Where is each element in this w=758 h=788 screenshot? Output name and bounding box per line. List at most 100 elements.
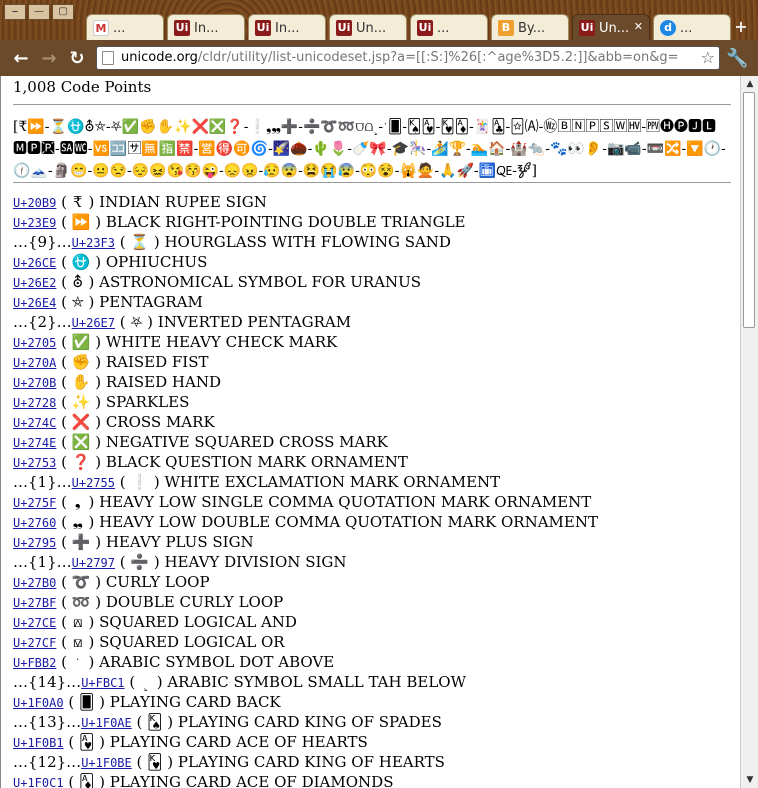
tab[interactable]: Ui Un... xyxy=(329,14,407,40)
list-item: U+1F0A0 ( 🂠 ) PLAYING CARD BACK xyxy=(13,693,281,711)
new-tab-button[interactable]: + xyxy=(732,18,750,36)
tab[interactable]: Ui In... xyxy=(167,14,245,40)
character-name: HEAVY PLUS SIGN xyxy=(105,533,254,551)
glyph: ❓ xyxy=(71,453,91,471)
character-name: OPHIUCHUS xyxy=(105,253,208,271)
tab[interactable]: M... xyxy=(86,14,164,40)
list-item: …{12}…U+1F0BE ( 🂾 ) PLAYING CARD KING OF… xyxy=(13,753,445,771)
list-item: U+27CE ( ⟎ ) SQUARED LOGICAL AND xyxy=(13,613,297,631)
list-item: U+2728 ( ✨ ) SPARKLES xyxy=(13,393,190,411)
url-host: unicode.org xyxy=(121,50,198,65)
list-item: U+20B9 ( ₹ ) INDIAN RUPEE SIGN xyxy=(13,193,267,211)
code-point-link[interactable]: U+27BF xyxy=(13,596,56,610)
code-point-link[interactable]: U+26E4 xyxy=(13,296,56,310)
list-item: U+2753 ( ❓ ) BLACK QUESTION MARK ORNAMEN… xyxy=(13,453,408,471)
minimize-button[interactable]: — xyxy=(28,4,50,20)
code-point-link[interactable]: U+2728 xyxy=(13,396,56,410)
code-point-link[interactable]: U+20B9 xyxy=(13,196,56,210)
forward-button[interactable]: → xyxy=(38,48,60,70)
bookmark-star-icon[interactable]: ☆ xyxy=(701,47,715,69)
wrench-menu-icon[interactable]: 🔧 xyxy=(726,48,748,70)
code-point-link[interactable]: U+2760 xyxy=(13,516,56,530)
code-point-link[interactable]: U+2753 xyxy=(13,456,56,470)
glyph: ⟎ xyxy=(72,613,83,631)
glyph: ❕ xyxy=(130,473,150,491)
code-point-link[interactable]: U+1F0BE xyxy=(81,756,132,770)
code-point-link[interactable]: U+27CE xyxy=(13,616,56,630)
character-name: HEAVY LOW DOUBLE COMMA QUOTATION MARK OR… xyxy=(99,513,598,531)
code-point-link[interactable]: U+2797 xyxy=(72,556,115,570)
maximize-button[interactable]: ▢ xyxy=(52,4,74,20)
reload-button[interactable]: ↻ xyxy=(66,48,88,70)
code-point-link[interactable]: U+2755 xyxy=(72,476,115,490)
tab-label: Un... xyxy=(599,21,630,36)
character-name: PLAYING CARD BACK xyxy=(109,693,281,711)
code-point-list: U+20B9 ( ₹ ) INDIAN RUPEE SIGN U+23E9 ( ⏩… xyxy=(13,192,733,788)
scroll-down-icon[interactable]: ▼ xyxy=(744,774,756,786)
code-point-link[interactable]: U+2705 xyxy=(13,336,56,350)
glyph: ❎ xyxy=(71,433,91,451)
list-item: U+27CF ( ⟏ ) SQUARED LOGICAL OR xyxy=(13,633,285,651)
code-point-link[interactable]: U+1F0A0 xyxy=(13,696,64,710)
tab-label: ... xyxy=(680,21,693,36)
code-point-link[interactable]: U+26E2 xyxy=(13,276,56,290)
glyph: ﮲ xyxy=(75,653,81,671)
glyph: ⟏ xyxy=(72,633,83,651)
code-point-link[interactable]: U+275F xyxy=(13,496,56,510)
scrollbar-thumb[interactable] xyxy=(743,92,755,328)
code-point-link[interactable]: U+1F0B1 xyxy=(13,736,64,750)
code-point-link[interactable]: U+274C xyxy=(13,416,56,430)
tab[interactable]: Ui In... xyxy=(248,14,326,40)
list-item: U+275F ( ❟ ) HEAVY LOW SINGLE COMMA QUOT… xyxy=(13,493,592,511)
glyph: 🂠 xyxy=(78,693,95,711)
skip-count: …{1}… xyxy=(13,553,72,571)
skip-count: …{2}… xyxy=(13,313,72,331)
code-point-link[interactable]: U+26E7 xyxy=(72,316,115,330)
glyph: ➿ xyxy=(71,593,91,611)
list-item: U+270A ( ✊ ) RAISED FIST xyxy=(13,353,209,371)
tab[interactable]: B By... xyxy=(491,14,569,40)
page-icon xyxy=(102,51,114,65)
character-name: HOURGLASS WITH FLOWING SAND xyxy=(164,233,451,251)
skip-count: …{12}… xyxy=(13,753,82,771)
code-point-link[interactable]: U+23F3 xyxy=(72,236,115,250)
code-point-link[interactable]: U+27CF xyxy=(13,636,56,650)
close-tab-icon[interactable]: ✕ xyxy=(634,20,643,33)
character-name: PLAYING CARD KING OF SPADES xyxy=(177,713,442,731)
code-point-link[interactable]: U+274E xyxy=(13,436,56,450)
code-point-link[interactable]: U+270A xyxy=(13,356,56,370)
list-item: U+27B0 ( ➰ ) CURLY LOOP xyxy=(13,573,210,591)
list-item: U+274E ( ❎ ) NEGATIVE SQUARED CROSS MARK xyxy=(13,433,388,451)
vertical-scrollbar[interactable]: ▲ ▼ xyxy=(740,76,758,788)
list-item: U+2760 ( ❠ ) HEAVY LOW DOUBLE COMMA QUOT… xyxy=(13,513,598,531)
character-name: HEAVY LOW SINGLE COMMA QUOTATION MARK OR… xyxy=(99,493,592,511)
code-point-link[interactable]: U+270B xyxy=(13,376,56,390)
scroll-up-icon[interactable]: ▲ xyxy=(744,78,756,90)
tab[interactable]: Ui... xyxy=(410,14,488,40)
code-point-link[interactable]: U+23E9 xyxy=(13,216,56,230)
divider xyxy=(13,104,731,105)
code-point-link[interactable]: U+1F0AE xyxy=(81,716,132,730)
address-bar[interactable]: unicode.org/cldr/utility/list-unicodeset… xyxy=(96,46,720,70)
character-name: ARABIC SYMBOL SMALL TAH BELOW xyxy=(167,673,467,691)
glyph: ✊ xyxy=(71,353,91,371)
code-point-link[interactable]: U+26CE xyxy=(13,256,56,270)
tab-label: In... xyxy=(194,21,219,36)
skip-count: …{1}… xyxy=(13,473,72,491)
code-point-link[interactable]: U+FBC1 xyxy=(81,676,124,690)
window-menu-button[interactable]: ⎯ xyxy=(4,4,26,20)
code-point-link[interactable]: U+FBB2 xyxy=(13,656,56,670)
code-point-link[interactable]: U+1F0C1 xyxy=(13,776,64,788)
code-point-link[interactable]: U+2795 xyxy=(13,536,56,550)
character-name: PLAYING CARD KING OF HEARTS xyxy=(177,753,445,771)
tab[interactable]: d... xyxy=(653,14,731,40)
glyph: ❟ xyxy=(74,493,81,511)
list-item: U+1F0B1 ( 🂱 ) PLAYING CARD ACE OF HEARTS xyxy=(13,733,368,751)
tab[interactable]: Ui Un... ✕ xyxy=(572,14,650,40)
code-point-link[interactable]: U+27B0 xyxy=(13,576,56,590)
glyph: ⛤ xyxy=(71,293,84,311)
character-name: PLAYING CARD ACE OF DIAMONDS xyxy=(109,773,394,788)
character-name: CURLY LOOP xyxy=(105,573,210,591)
back-button[interactable]: ← xyxy=(10,48,32,70)
glyph: 🃁 xyxy=(78,773,95,788)
